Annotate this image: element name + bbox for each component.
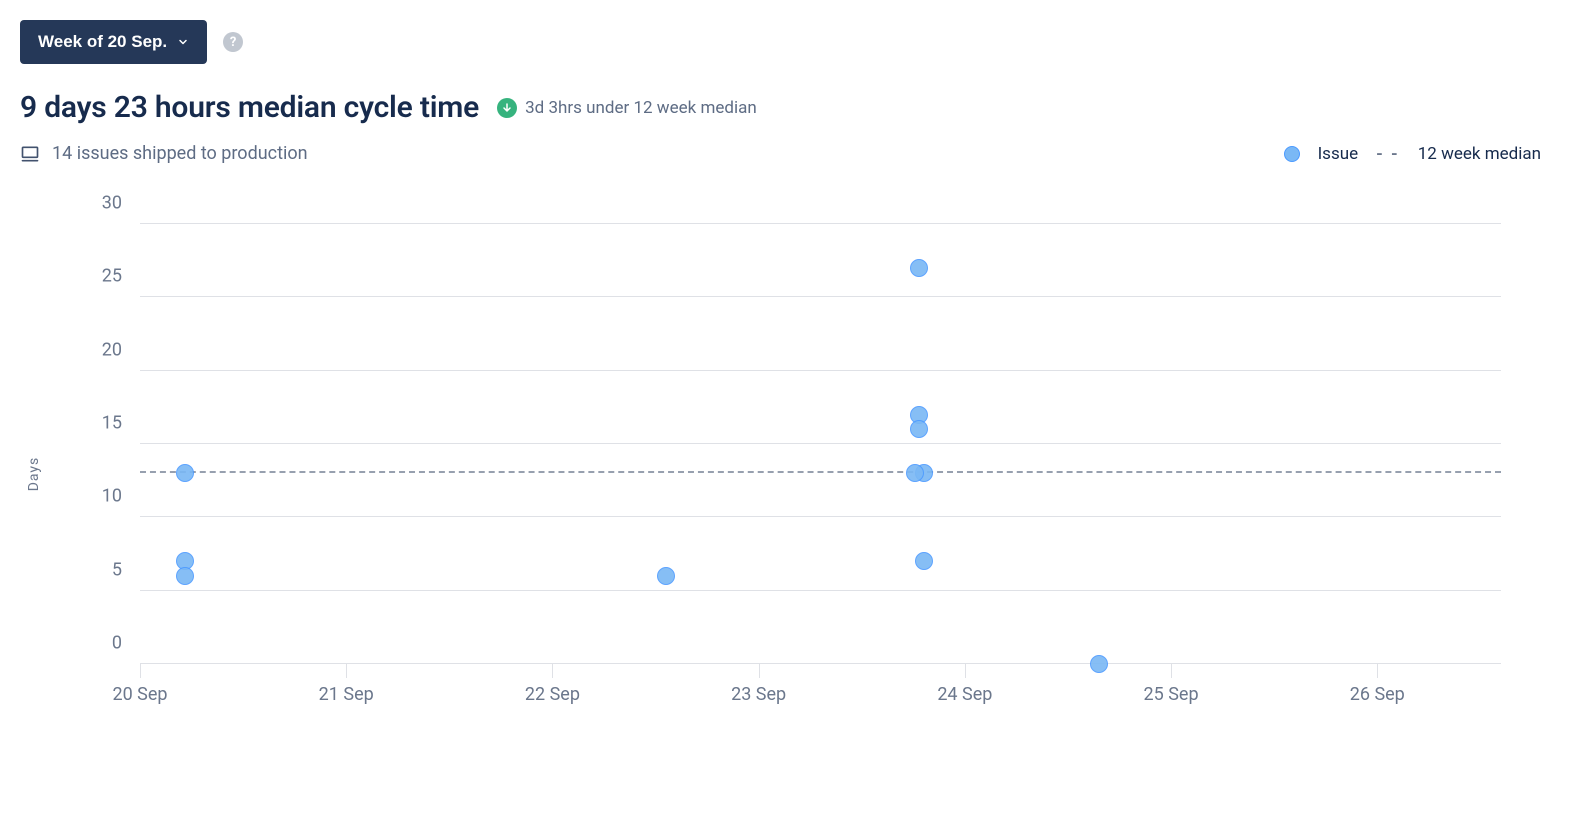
data-point[interactable]: [906, 464, 924, 482]
x-tick: [552, 664, 553, 678]
data-point[interactable]: [1090, 655, 1108, 673]
grid-line: [140, 296, 1501, 297]
data-point[interactable]: [915, 552, 933, 570]
y-tick-label: 0: [112, 633, 122, 654]
y-tick-label: 30: [102, 193, 122, 214]
reference-line: [140, 471, 1501, 473]
delta-text: 3d 3hrs under 12 week median: [525, 98, 757, 118]
shipped-summary: 14 issues shipped to production: [20, 143, 308, 164]
plot-area: 05101520253020 Sep21 Sep22 Sep23 Sep24 S…: [140, 224, 1501, 664]
data-point[interactable]: [176, 567, 194, 585]
page-title: 9 days 23 hours median cycle time: [20, 90, 479, 125]
grid-line: [140, 443, 1501, 444]
data-point[interactable]: [910, 259, 928, 277]
week-selector-button[interactable]: Week of 20 Sep.: [20, 20, 207, 64]
data-point[interactable]: [657, 567, 675, 585]
legend-dashed-icon: - -: [1376, 144, 1400, 164]
y-tick-label: 20: [102, 339, 122, 360]
grid-line: [140, 516, 1501, 517]
x-tick: [1377, 664, 1378, 678]
x-tick: [346, 664, 347, 678]
legend-issue-dot-icon: [1284, 146, 1300, 162]
x-tick-label: 20 Sep: [112, 684, 167, 705]
y-tick-label: 15: [102, 413, 122, 434]
x-tick-label: 23 Sep: [731, 684, 786, 705]
y-tick-label: 10: [102, 486, 122, 507]
x-tick-label: 25 Sep: [1144, 684, 1199, 705]
x-tick-label: 21 Sep: [319, 684, 374, 705]
grid-line: [140, 370, 1501, 371]
monitor-icon: [20, 144, 40, 164]
legend-issue-label: Issue: [1318, 144, 1359, 164]
chart-legend: Issue - - 12 week median: [1284, 144, 1541, 164]
toolbar: Week of 20 Sep. ?: [20, 20, 1541, 64]
shipped-text: 14 issues shipped to production: [52, 143, 308, 164]
y-tick-label: 25: [102, 266, 122, 287]
cycle-time-chart: Days 05101520253020 Sep21 Sep22 Sep23 Se…: [40, 204, 1541, 744]
grid-line: [140, 223, 1501, 224]
data-point[interactable]: [176, 464, 194, 482]
arrow-down-circle-icon: [497, 98, 517, 118]
chevron-down-icon: [177, 36, 189, 48]
x-tick: [965, 664, 966, 678]
legend-median-label: 12 week median: [1418, 144, 1541, 164]
x-tick: [1171, 664, 1172, 678]
grid-line: [140, 663, 1501, 664]
help-icon[interactable]: ?: [223, 32, 243, 52]
y-tick-label: 5: [112, 559, 122, 580]
sub-row: 14 issues shipped to production Issue - …: [20, 143, 1541, 164]
headline-row: 9 days 23 hours median cycle time 3d 3hr…: [20, 90, 1541, 125]
y-axis-label: Days: [26, 457, 42, 492]
week-selector-label: Week of 20 Sep.: [38, 32, 167, 52]
x-tick-label: 26 Sep: [1350, 684, 1405, 705]
delta-indicator: 3d 3hrs under 12 week median: [497, 98, 757, 118]
x-tick: [759, 664, 760, 678]
x-tick-label: 22 Sep: [525, 684, 580, 705]
x-tick-label: 24 Sep: [937, 684, 992, 705]
data-point[interactable]: [910, 420, 928, 438]
grid-line: [140, 590, 1501, 591]
x-tick: [140, 664, 141, 678]
